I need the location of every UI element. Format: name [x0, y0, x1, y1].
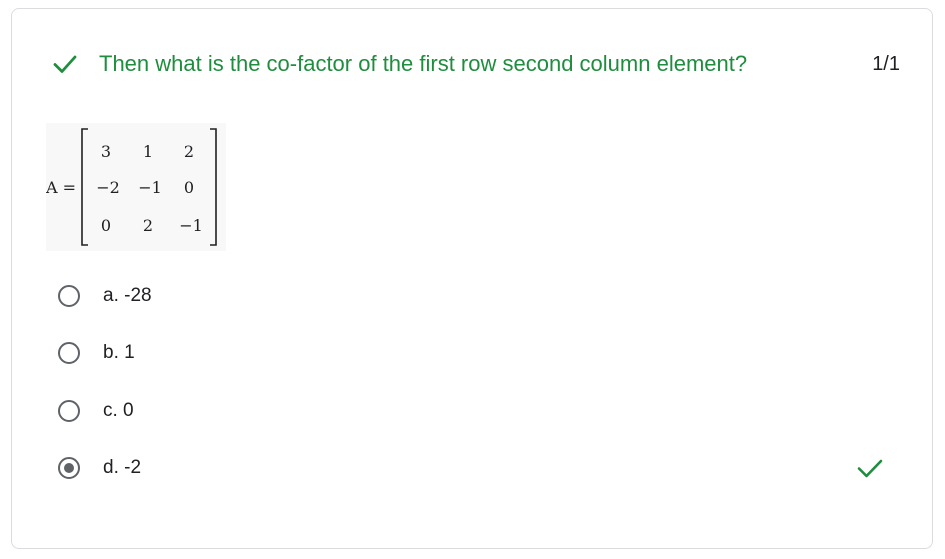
option-c[interactable]: c. 0: [58, 397, 908, 429]
correct-check-icon: [53, 55, 77, 73]
option-a[interactable]: a. -28: [58, 282, 908, 314]
matrix-cell: −1: [138, 178, 162, 197]
radio-button[interactable]: [58, 285, 80, 307]
question-card: Then what is the co-factor of the first …: [11, 8, 933, 549]
radio-button-selected[interactable]: [58, 457, 80, 479]
question-header: Then what is the co-factor of the first …: [52, 49, 902, 79]
matrix-label: A =: [46, 178, 76, 197]
matrix-image: A = 3 1 2 −2 −1 0 0 2 −1: [46, 123, 226, 251]
matrix-cell: 3: [101, 142, 111, 161]
option-b[interactable]: b. 1: [58, 339, 908, 371]
correct-answer-check-icon: [857, 459, 883, 478]
option-label: c. 0: [103, 400, 134, 421]
matrix-cell: −1: [179, 216, 203, 235]
matrix-cell: 0: [101, 216, 111, 235]
matrix-cell: 1: [143, 142, 153, 161]
radio-selected-dot: [64, 463, 74, 473]
matrix-cell: 2: [184, 142, 194, 161]
option-d[interactable]: d. -2: [58, 454, 908, 486]
question-score: 1/1: [872, 53, 900, 75]
matrix-cell: 0: [184, 178, 194, 197]
question-text: Then what is the co-factor of the first …: [99, 51, 748, 76]
radio-button[interactable]: [58, 342, 80, 364]
option-label: a. -28: [103, 285, 152, 306]
option-label: d. -2: [103, 457, 142, 478]
option-label: b. 1: [103, 342, 135, 363]
radio-button[interactable]: [58, 400, 80, 422]
matrix-cell: −2: [96, 178, 120, 197]
matrix-cell: 2: [143, 216, 153, 235]
